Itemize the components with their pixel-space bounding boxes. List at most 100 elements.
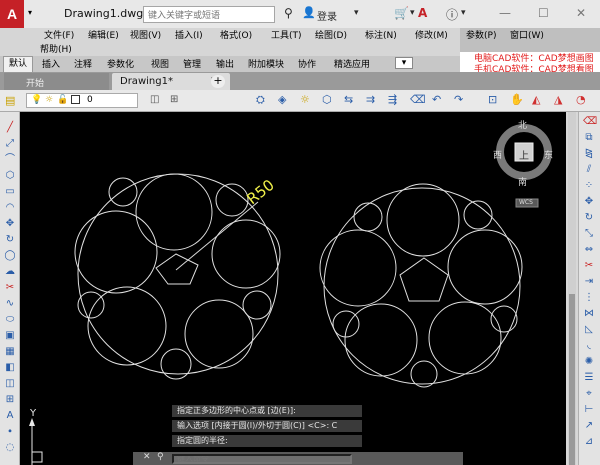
command-settings-icon[interactable]: ⚲ xyxy=(157,452,164,462)
view-toolbar-icon[interactable]: ⊡ xyxy=(488,93,497,106)
ribbon-tab-output[interactable]: 输出 xyxy=(216,57,234,70)
leader-icon[interactable]: ↗ xyxy=(583,420,595,432)
copy-icon[interactable]: ⧉ xyxy=(583,132,595,144)
fillet-icon[interactable]: ◟ xyxy=(583,340,595,352)
ribbon-tab-default[interactable]: 默认 xyxy=(3,56,33,72)
menu-format[interactable]: 格式(O) xyxy=(220,28,252,41)
polyline-icon[interactable]: ⌒ xyxy=(4,154,16,166)
menu-insert[interactable]: 插入(I) xyxy=(175,28,203,41)
spline-icon[interactable]: ∿ xyxy=(4,298,16,310)
ribbon-tab-collaborate[interactable]: 协作 xyxy=(298,57,316,70)
steering-icon[interactable]: ◔ xyxy=(576,93,586,106)
user-icon[interactable]: 👤 xyxy=(302,6,316,19)
application-menu-button[interactable]: A xyxy=(0,0,24,28)
zoom-icon[interactable]: ◭ xyxy=(532,93,540,106)
line-icon[interactable]: ╱ xyxy=(4,122,16,134)
tab-start[interactable]: 开始 xyxy=(4,73,109,90)
region-icon[interactable]: ◫ xyxy=(4,378,16,390)
close-icon[interactable]: ✕ xyxy=(576,6,586,20)
menu-edit[interactable]: 编辑(E) xyxy=(88,28,119,41)
ribbon-tab-parametric[interactable]: 参数化 xyxy=(107,57,134,70)
explode-icon[interactable]: ✺ xyxy=(583,356,595,368)
cart-icon[interactable]: 🛒 xyxy=(394,6,409,20)
block-icon[interactable]: ▣ xyxy=(4,330,16,342)
cart-dropdown-icon[interactable]: ▾ xyxy=(410,8,415,18)
layer-copy-icon[interactable]: ⇆ xyxy=(344,93,353,106)
menu-view[interactable]: 视图(V) xyxy=(130,28,161,41)
layer-off-icon[interactable]: ◈ xyxy=(278,93,286,106)
ribbon-tab-annotate[interactable]: 注释 xyxy=(74,57,92,70)
ellipse-icon[interactable]: ⬭ xyxy=(4,314,16,326)
trim-icon[interactable]: ✂ xyxy=(4,282,16,294)
offset-icon[interactable]: ⫽ xyxy=(583,164,595,176)
array-icon[interactable]: ⁘ xyxy=(583,180,595,192)
layer-merge-icon[interactable]: ⇉ xyxy=(366,93,375,106)
ribbon-tab-view[interactable]: 视图 xyxy=(151,57,169,70)
trim-right-icon[interactable]: ✂ xyxy=(583,260,595,272)
help-dropdown-icon[interactable]: ▾ xyxy=(461,8,466,18)
minimize-icon[interactable]: — xyxy=(499,6,511,20)
wipeout-icon[interactable]: ◌ xyxy=(4,442,16,454)
chamfer-icon[interactable]: ◺ xyxy=(583,324,595,336)
quick-access-dropdown-icon[interactable]: ▾ xyxy=(25,8,35,20)
properties-icon[interactable]: ☰ xyxy=(583,372,595,384)
layer-unisolate-icon[interactable]: ↷ xyxy=(454,93,463,106)
layer-walk-icon[interactable]: ⇶ xyxy=(388,93,397,106)
pan-icon[interactable]: ✋ xyxy=(510,93,524,106)
measure-icon[interactable]: ⊿ xyxy=(583,436,595,448)
layer-match-icon[interactable]: ⊞ xyxy=(170,94,178,105)
scale-icon[interactable]: ⤡ xyxy=(583,228,595,240)
mirror-icon[interactable]: ⧎ xyxy=(583,148,595,160)
layer-previous-icon[interactable]: ↶ xyxy=(432,93,441,106)
ribbon-tab-featured[interactable]: 精选应用 xyxy=(334,57,370,70)
arc-icon[interactable]: ◠ xyxy=(4,202,16,214)
viewcube-top[interactable]: 上 xyxy=(519,147,529,162)
ribbon-toggle-button[interactable]: ▾ xyxy=(395,57,413,69)
layer-lock-icon[interactable]: ⬡ xyxy=(322,93,332,106)
menu-help[interactable]: 帮助(H) xyxy=(40,42,72,55)
menu-modify[interactable]: 修改(M) xyxy=(415,28,448,41)
menu-file[interactable]: 文件(F) xyxy=(44,28,74,41)
maximize-icon[interactable]: ☐ xyxy=(538,6,549,20)
ribbon-tab-addins[interactable]: 附加模块 xyxy=(248,57,284,70)
binoculars-icon[interactable]: ⚲ xyxy=(284,6,293,20)
login-dropdown-icon[interactable]: ▾ xyxy=(354,8,359,18)
stretch-icon[interactable]: ⇔ xyxy=(583,244,595,256)
autodesk-a360-icon[interactable]: A xyxy=(418,6,427,20)
login-label[interactable]: 登录 xyxy=(317,8,337,23)
vertical-scrollbar[interactable] xyxy=(566,112,578,465)
menu-draw[interactable]: 绘图(D) xyxy=(315,28,347,41)
layer-properties-icon[interactable]: ▤ xyxy=(5,94,15,107)
help-icon[interactable]: ⓘ xyxy=(446,6,458,23)
command-close-icon[interactable]: ✕ xyxy=(143,452,151,462)
join-icon[interactable]: ⋈ xyxy=(583,308,595,320)
menu-tools[interactable]: 工具(T) xyxy=(271,28,302,41)
mtext-icon[interactable]: A xyxy=(4,410,16,422)
break-icon[interactable]: ⋮ xyxy=(583,292,595,304)
construction-line-icon[interactable]: ⤢ xyxy=(4,138,16,150)
revcloud-icon[interactable]: ☁ xyxy=(4,266,16,278)
scrollbar-thumb[interactable] xyxy=(569,294,575,465)
ribbon-tab-insert[interactable]: 插入 xyxy=(42,57,60,70)
menu-dimension[interactable]: 标注(N) xyxy=(365,28,397,41)
layer-delete-icon[interactable]: ⌫ xyxy=(410,93,426,106)
layer-freeze-icon[interactable]: ☼ xyxy=(300,93,310,106)
dimension-icon[interactable]: ⊢ xyxy=(583,404,595,416)
search-input[interactable] xyxy=(143,6,275,23)
rectangle-icon[interactable]: ▭ xyxy=(4,186,16,198)
move-icon[interactable]: ✥ xyxy=(4,218,16,230)
wcs-label[interactable]: WCS xyxy=(519,199,533,206)
polygon-icon[interactable]: ⬡ xyxy=(4,170,16,182)
orbit-icon[interactable]: ◮ xyxy=(554,93,562,106)
layer-dropdown[interactable]: 💡 ☼ 🔓 0 xyxy=(26,93,138,108)
menu-parameters[interactable]: 参数(P) xyxy=(466,28,496,41)
add-tab-button[interactable]: + xyxy=(211,75,225,88)
rotate-right-icon[interactable]: ↻ xyxy=(583,212,595,224)
extend-icon[interactable]: ⇥ xyxy=(583,276,595,288)
table-icon[interactable]: ⊞ xyxy=(4,394,16,406)
erase-icon[interactable]: ⌫ xyxy=(583,116,597,128)
command-input[interactable] xyxy=(172,454,352,464)
matchprop-icon[interactable]: ⌖ xyxy=(583,388,595,400)
move-right-icon[interactable]: ✥ xyxy=(583,196,595,208)
hatch-icon[interactable]: ▦ xyxy=(4,346,16,358)
